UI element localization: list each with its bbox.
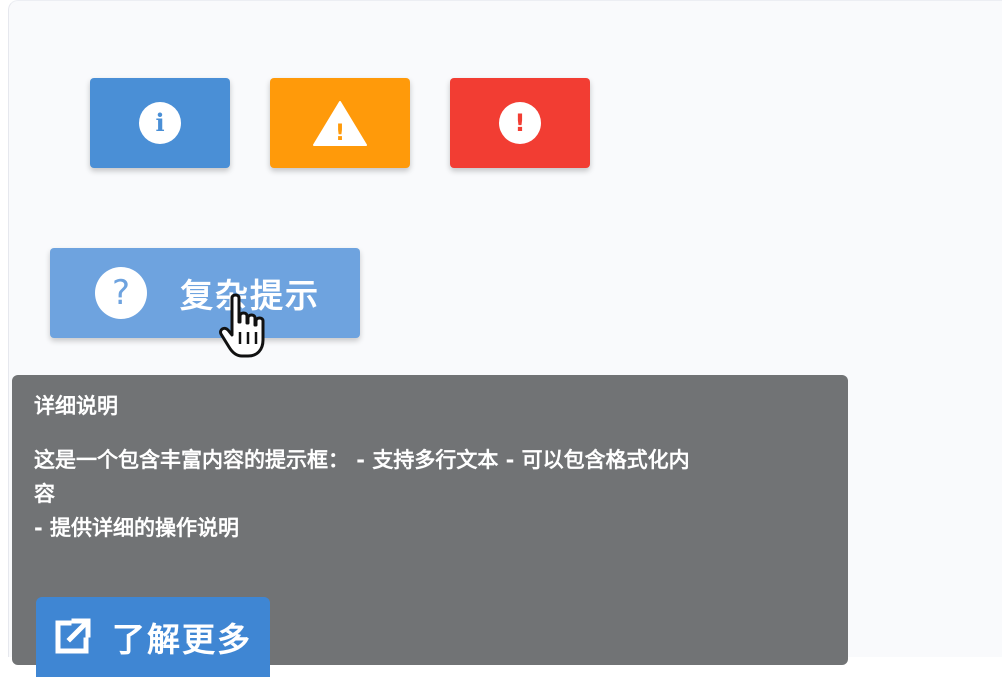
question-icon: ?: [95, 267, 147, 319]
learn-more-button[interactable]: 了解更多: [36, 597, 270, 677]
external-link-icon: [55, 618, 91, 654]
tooltip-body-line: 这是一个包含丰富内容的提示框： - 支持多行文本 - 可以包含格式化内: [34, 448, 690, 472]
tooltip-popup: 详细说明 这是一个包含丰富内容的提示框： - 支持多行文本 - 可以包含格式化内…: [12, 375, 848, 677]
tooltip-body-line: - 提供详细的操作说明: [34, 516, 240, 540]
info-icon-glyph: i: [155, 108, 165, 137]
info-icon: i: [139, 102, 181, 144]
error-icon: !: [499, 102, 541, 144]
tooltip-body-line: 容: [34, 482, 55, 506]
warning-icon: !: [313, 101, 367, 146]
warning-icon-glyph: !: [335, 121, 345, 146]
warning-button[interactable]: !: [270, 78, 410, 168]
error-button[interactable]: !: [450, 78, 590, 168]
tooltip-title: 详细说明: [34, 394, 118, 418]
info-button[interactable]: i: [90, 78, 230, 168]
tooltip-body: 这是一个包含丰富内容的提示框： - 支持多行文本 - 可以包含格式化内 容 - …: [34, 441, 814, 547]
error-icon-glyph: !: [514, 109, 526, 137]
hand-cursor-icon: [219, 293, 265, 358]
complex-tooltip-button[interactable]: ? 复杂提示: [50, 248, 360, 338]
question-icon-glyph: ?: [111, 273, 131, 313]
learn-more-label: 了解更多: [112, 620, 252, 659]
